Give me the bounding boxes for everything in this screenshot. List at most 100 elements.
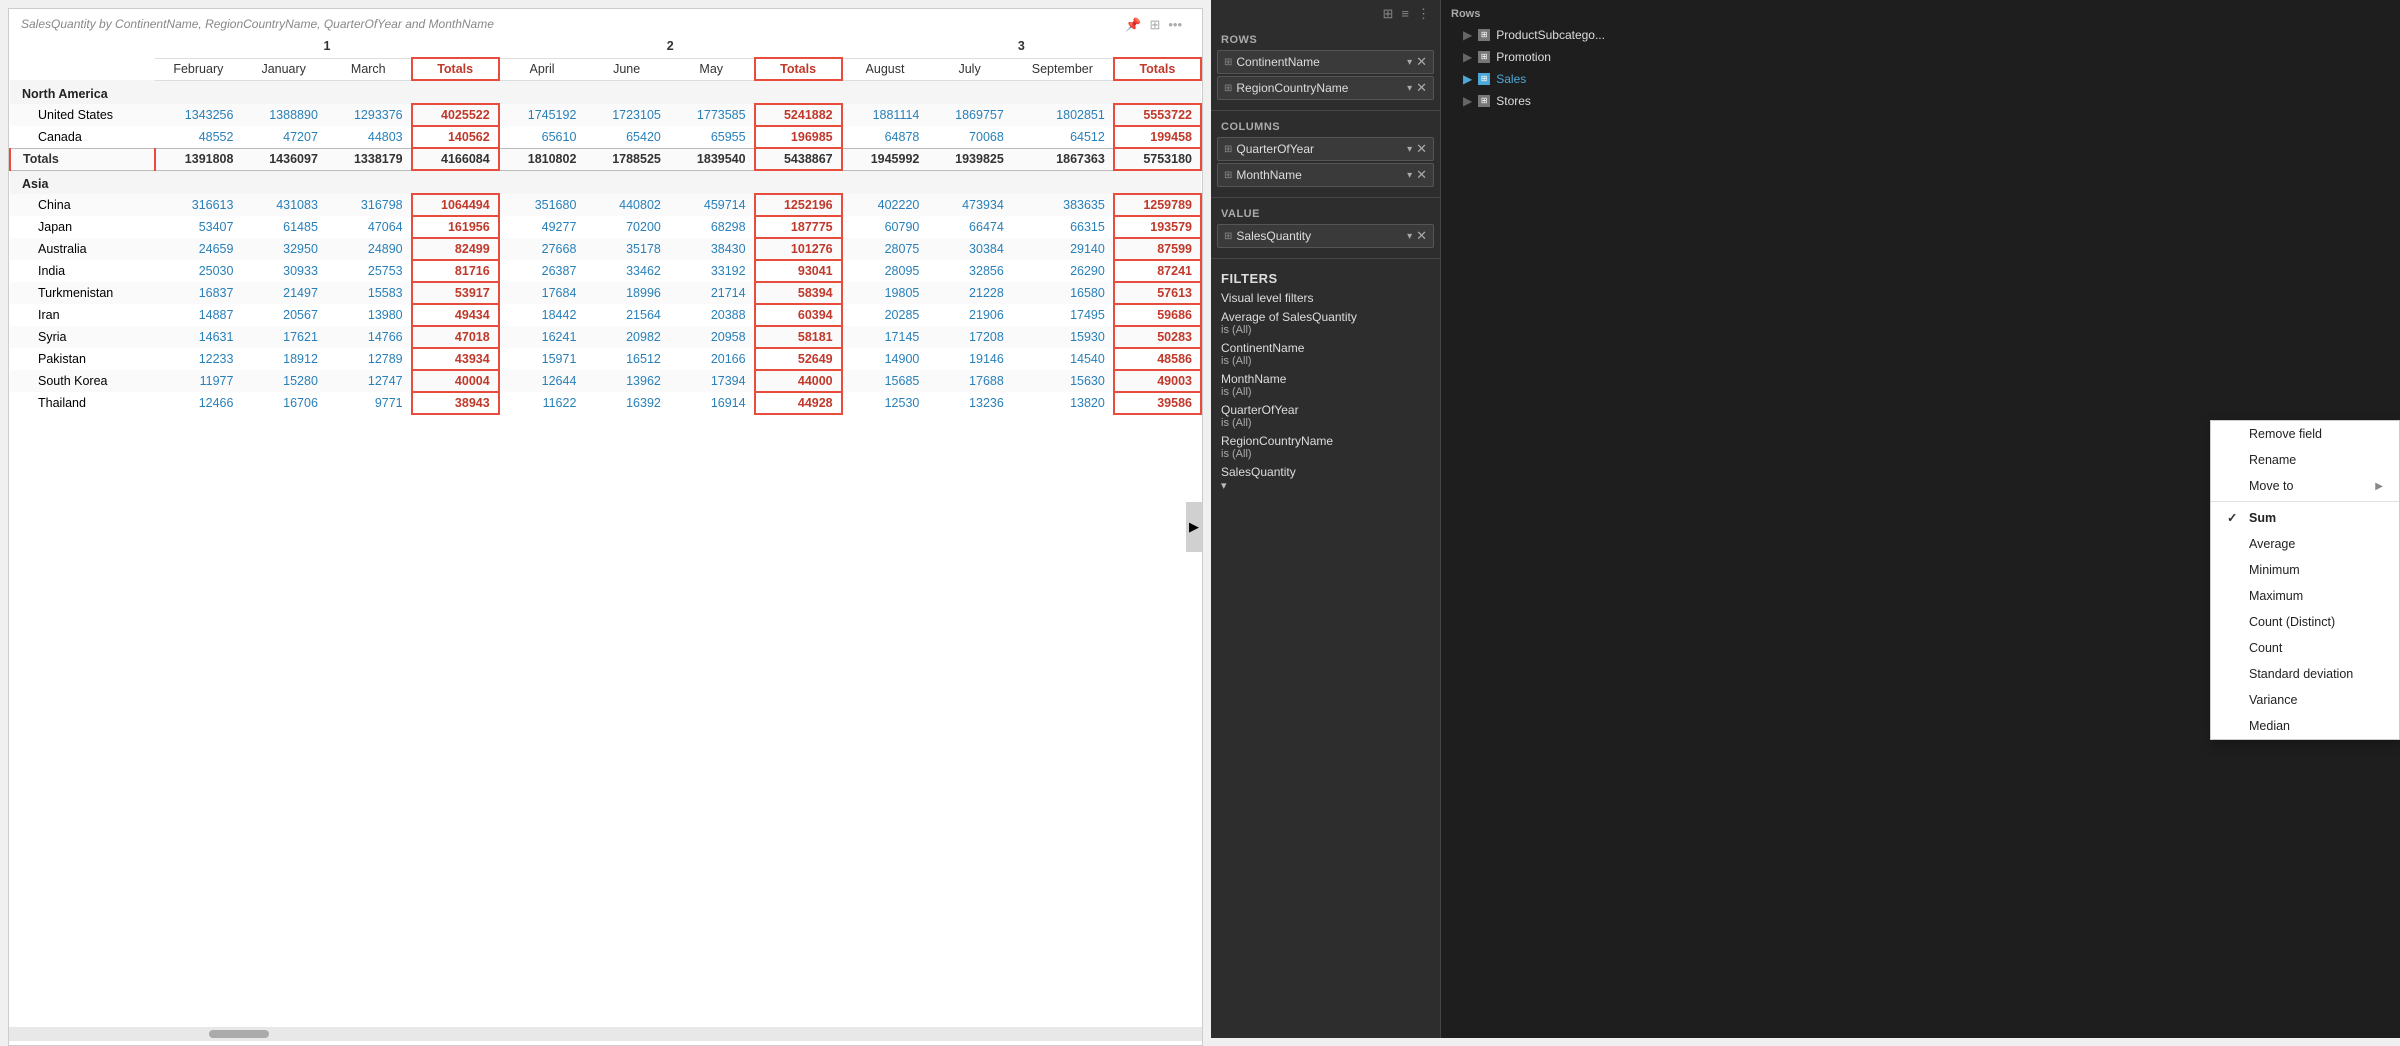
pill-icon: ⊞ bbox=[1224, 57, 1232, 68]
continent-remove[interactable]: ✕ bbox=[1416, 54, 1427, 70]
ctx-countdistinct-label: Count (Distinct) bbox=[2249, 615, 2335, 629]
salesqty-chevron[interactable]: ▾ bbox=[1407, 231, 1412, 242]
ctx-count[interactable]: Count bbox=[2211, 635, 2399, 661]
tree-productsubcat[interactable]: ▶ ⊞ ProductSubcatego... bbox=[1441, 24, 2400, 46]
data-cell: 316798 bbox=[326, 194, 412, 216]
ctx-average[interactable]: Average bbox=[2211, 531, 2399, 557]
filter-visual[interactable]: Visual level filters bbox=[1211, 288, 1440, 307]
country-name: Syria bbox=[10, 326, 155, 348]
data-cell: 57613 bbox=[1114, 282, 1201, 304]
ctx-sum[interactable]: ✓ Sum bbox=[2211, 504, 2399, 531]
country-name: India bbox=[10, 260, 155, 282]
pin-icon[interactable]: 📌 bbox=[1125, 17, 1141, 33]
data-cell: 187775 bbox=[755, 216, 842, 238]
tree-promotion[interactable]: ▶ ⊞ Promotion bbox=[1441, 46, 2400, 68]
month-chevron[interactable]: ▾ bbox=[1407, 170, 1412, 181]
ctx-remove-field[interactable]: Remove field bbox=[2211, 421, 2399, 447]
data-cell: 12530 bbox=[842, 392, 928, 414]
data-cell: 12233 bbox=[155, 348, 241, 370]
continent-pill[interactable]: ⊞ ContinentName ▾ ✕ bbox=[1217, 50, 1434, 74]
data-cell: 87599 bbox=[1114, 238, 1201, 260]
data-cell: 39586 bbox=[1114, 392, 1201, 414]
data-cell: 82499 bbox=[412, 238, 499, 260]
panel-wrapper: ⊞ ≡ ⋮ Rows ⊞ ContinentName ▾ ✕ bbox=[1211, 0, 2400, 1038]
panel-icon-2[interactable]: ≡ bbox=[1401, 6, 1409, 22]
data-cell: 53917 bbox=[412, 282, 499, 304]
quarter-chevron[interactable]: ▾ bbox=[1407, 144, 1412, 155]
tree-sales[interactable]: ▶ ⊞ Sales bbox=[1441, 68, 2400, 90]
data-cell: 1869757 bbox=[927, 104, 1011, 126]
data-cell: 1293376 bbox=[326, 104, 412, 126]
ctx-move-to[interactable]: Move to bbox=[2211, 473, 2399, 499]
salesqty-remove[interactable]: ✕ bbox=[1416, 228, 1427, 244]
ctx-minimum-label: Minimum bbox=[2249, 563, 2300, 577]
filter-monthname[interactable]: MonthName is (All) bbox=[1211, 369, 1440, 400]
ctx-check-sum: ✓ bbox=[2227, 510, 2241, 525]
data-cell: 101276 bbox=[755, 238, 842, 260]
horizontal-scrollbar[interactable] bbox=[9, 1027, 1202, 1041]
data-cell: 64512 bbox=[1012, 126, 1114, 148]
jul-header: July bbox=[927, 58, 1011, 80]
continent-chevron[interactable]: ▾ bbox=[1407, 57, 1412, 68]
filter-avg-salesqty[interactable]: Average of SalesQuantity is (All) bbox=[1211, 307, 1440, 338]
panel-icon-3[interactable]: ⋮ bbox=[1417, 6, 1430, 22]
data-cell: 14766 bbox=[326, 326, 412, 348]
region-pill[interactable]: ⊞ RegionCountryName ▾ ✕ bbox=[1217, 76, 1434, 100]
data-cell: 19146 bbox=[927, 348, 1011, 370]
table-wrapper[interactable]: 1 2 3 February January March Totals Apri… bbox=[9, 35, 1202, 1041]
data-cell: 21906 bbox=[927, 304, 1011, 326]
data-cell: 12644 bbox=[499, 370, 585, 392]
ctx-median[interactable]: Median bbox=[2211, 713, 2399, 739]
country-col-header bbox=[10, 58, 155, 80]
scrollbar-thumb[interactable] bbox=[209, 1030, 269, 1038]
country-name: United States bbox=[10, 104, 155, 126]
data-cell: 140562 bbox=[412, 126, 499, 148]
filter-salesqty-arrow[interactable]: ▾ bbox=[1221, 479, 1227, 492]
ctx-maximum[interactable]: Maximum bbox=[2211, 583, 2399, 609]
panel-icon-1[interactable]: ⊞ bbox=[1383, 6, 1394, 22]
filter-continent[interactable]: ContinentName is (All) bbox=[1211, 338, 1440, 369]
filter-regioncountry[interactable]: RegionCountryName is (All) bbox=[1211, 431, 1440, 462]
table-row: Turkmenistan1683721497155835391717684189… bbox=[10, 282, 1201, 304]
tree-arrow-4: ▶ bbox=[1463, 94, 1472, 108]
filter-quarterofyear[interactable]: QuarterOfYear is (All) bbox=[1211, 400, 1440, 431]
ctx-variance[interactable]: Variance bbox=[2211, 687, 2399, 713]
data-cell: 81716 bbox=[412, 260, 499, 282]
data-cell: 16512 bbox=[584, 348, 668, 370]
ctx-maximum-label: Maximum bbox=[2249, 589, 2303, 603]
ctx-rename[interactable]: Rename bbox=[2211, 447, 2399, 473]
data-cell: 65955 bbox=[669, 126, 755, 148]
data-cell: 26290 bbox=[1012, 260, 1114, 282]
data-cell: 13980 bbox=[326, 304, 412, 326]
sales-qty-pill[interactable]: ⊞ SalesQuantity ▾ ✕ bbox=[1217, 224, 1434, 248]
mar-header: March bbox=[326, 58, 412, 80]
quarter-pill[interactable]: ⊞ QuarterOfYear ▾ ✕ bbox=[1217, 137, 1434, 161]
ctx-minimum[interactable]: Minimum bbox=[2211, 557, 2399, 583]
region-remove[interactable]: ✕ bbox=[1416, 80, 1427, 96]
country-name: Canada bbox=[10, 126, 155, 148]
data-cell: 29140 bbox=[1012, 238, 1114, 260]
scroll-right[interactable]: ▶ bbox=[1186, 502, 1202, 552]
month-remove[interactable]: ✕ bbox=[1416, 167, 1427, 183]
filter-salesquantity[interactable]: SalesQuantity ▾ bbox=[1211, 462, 1440, 494]
table-icon-2: ⊞ bbox=[1478, 51, 1490, 63]
data-cell: 21497 bbox=[241, 282, 325, 304]
ctx-count-distinct[interactable]: Count (Distinct) bbox=[2211, 609, 2399, 635]
country-name: Pakistan bbox=[10, 348, 155, 370]
fields-panel: ⊞ ≡ ⋮ Rows ⊞ ContinentName ▾ ✕ bbox=[1211, 0, 1441, 1038]
more-icon[interactable]: ••• bbox=[1168, 17, 1182, 33]
data-cell: 473934 bbox=[927, 194, 1011, 216]
month-pill[interactable]: ⊞ MonthName ▾ ✕ bbox=[1217, 163, 1434, 187]
data-cell: 38430 bbox=[669, 238, 755, 260]
totals-label: Totals bbox=[10, 148, 155, 170]
ctx-stddev[interactable]: Standard deviation bbox=[2211, 661, 2399, 687]
tree-stores[interactable]: ▶ ⊞ Stores bbox=[1441, 90, 2400, 112]
table-icon-1: ⊞ bbox=[1478, 29, 1490, 41]
ctx-check-countdistinct bbox=[2227, 615, 2241, 629]
region-chevron[interactable]: ▾ bbox=[1407, 83, 1412, 94]
quarter-remove[interactable]: ✕ bbox=[1416, 141, 1427, 157]
ctx-check-variance bbox=[2227, 693, 2241, 707]
data-cell: 33192 bbox=[669, 260, 755, 282]
expand-icon[interactable]: ⊞ bbox=[1149, 17, 1160, 33]
totals-row: Totals1391808143609713381794166084181080… bbox=[10, 148, 1201, 170]
